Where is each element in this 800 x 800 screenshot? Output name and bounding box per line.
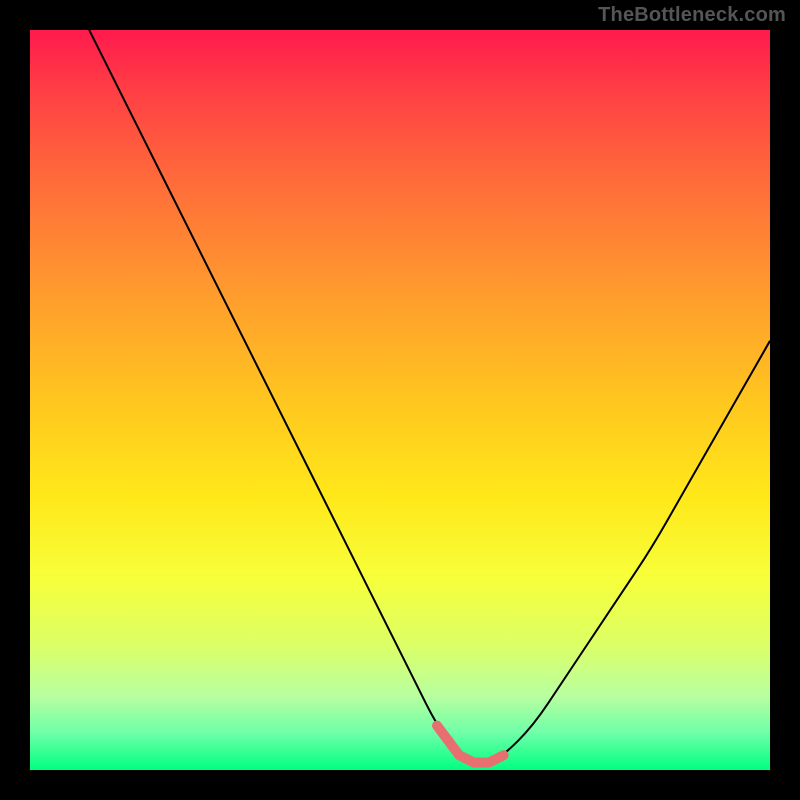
bottleneck-curve xyxy=(89,30,770,763)
plot-area xyxy=(30,30,770,770)
bottleneck-chart xyxy=(30,30,770,770)
optimal-range-highlight xyxy=(437,726,504,763)
stage: TheBottleneck.com xyxy=(0,0,800,800)
attribution-text: TheBottleneck.com xyxy=(598,4,786,27)
